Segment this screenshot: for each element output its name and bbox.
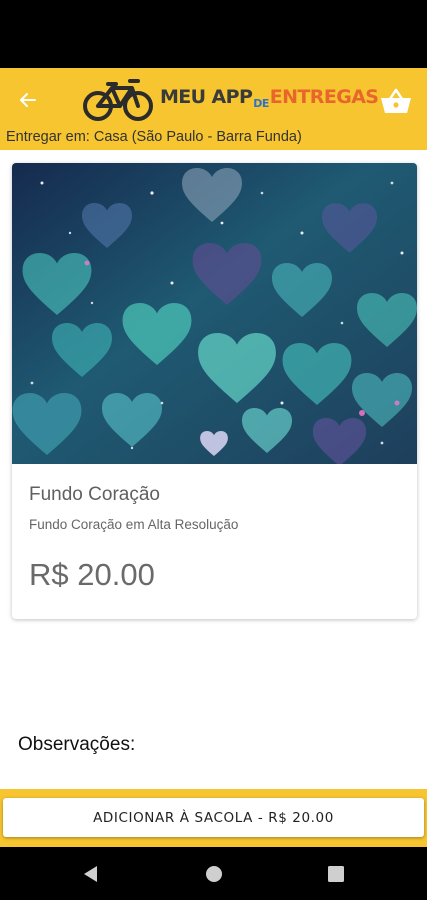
system-nav-bar bbox=[0, 847, 427, 900]
nav-home-icon bbox=[206, 866, 222, 882]
product-description: Fundo Coração em Alta Resolução bbox=[29, 517, 239, 532]
status-bar bbox=[0, 0, 427, 68]
app-logo: MEU APPDEENTREGAS bbox=[82, 72, 379, 126]
arrow-left-icon bbox=[20, 93, 36, 107]
bottom-bar: ADICIONAR À SACOLA - R$ 20.00 bbox=[0, 789, 427, 847]
product-image bbox=[12, 163, 417, 464]
nav-recents-button[interactable] bbox=[323, 861, 349, 887]
observations-label: Observações: bbox=[18, 734, 136, 755]
product-card: Fundo Coração Fundo Coração em Alta Reso… bbox=[12, 163, 417, 619]
logo-text: MEU APPDEENTREGAS bbox=[160, 86, 379, 110]
product-price: R$ 20.00 bbox=[29, 557, 155, 592]
cart-button[interactable] bbox=[379, 86, 413, 116]
app-bar: MEU APPDEENTREGAS Entregar em: Casa (São… bbox=[0, 68, 427, 150]
nav-back-icon bbox=[84, 866, 97, 882]
back-button[interactable] bbox=[14, 86, 42, 114]
product-title: Fundo Coração bbox=[29, 484, 160, 505]
nav-back-button[interactable] bbox=[78, 861, 104, 887]
bicycle-icon bbox=[83, 79, 153, 121]
logo-word-1: MEU APP bbox=[160, 86, 253, 108]
nav-recents-icon bbox=[328, 866, 344, 882]
delivery-address[interactable]: Entregar em: Casa (São Paulo - Barra Fun… bbox=[6, 129, 302, 145]
logo-word-2: DE bbox=[253, 97, 269, 110]
basket-icon bbox=[381, 88, 411, 113]
nav-home-button[interactable] bbox=[201, 861, 227, 887]
add-to-bag-button[interactable]: ADICIONAR À SACOLA - R$ 20.00 bbox=[3, 798, 424, 837]
logo-word-3: ENTREGAS bbox=[269, 86, 379, 108]
